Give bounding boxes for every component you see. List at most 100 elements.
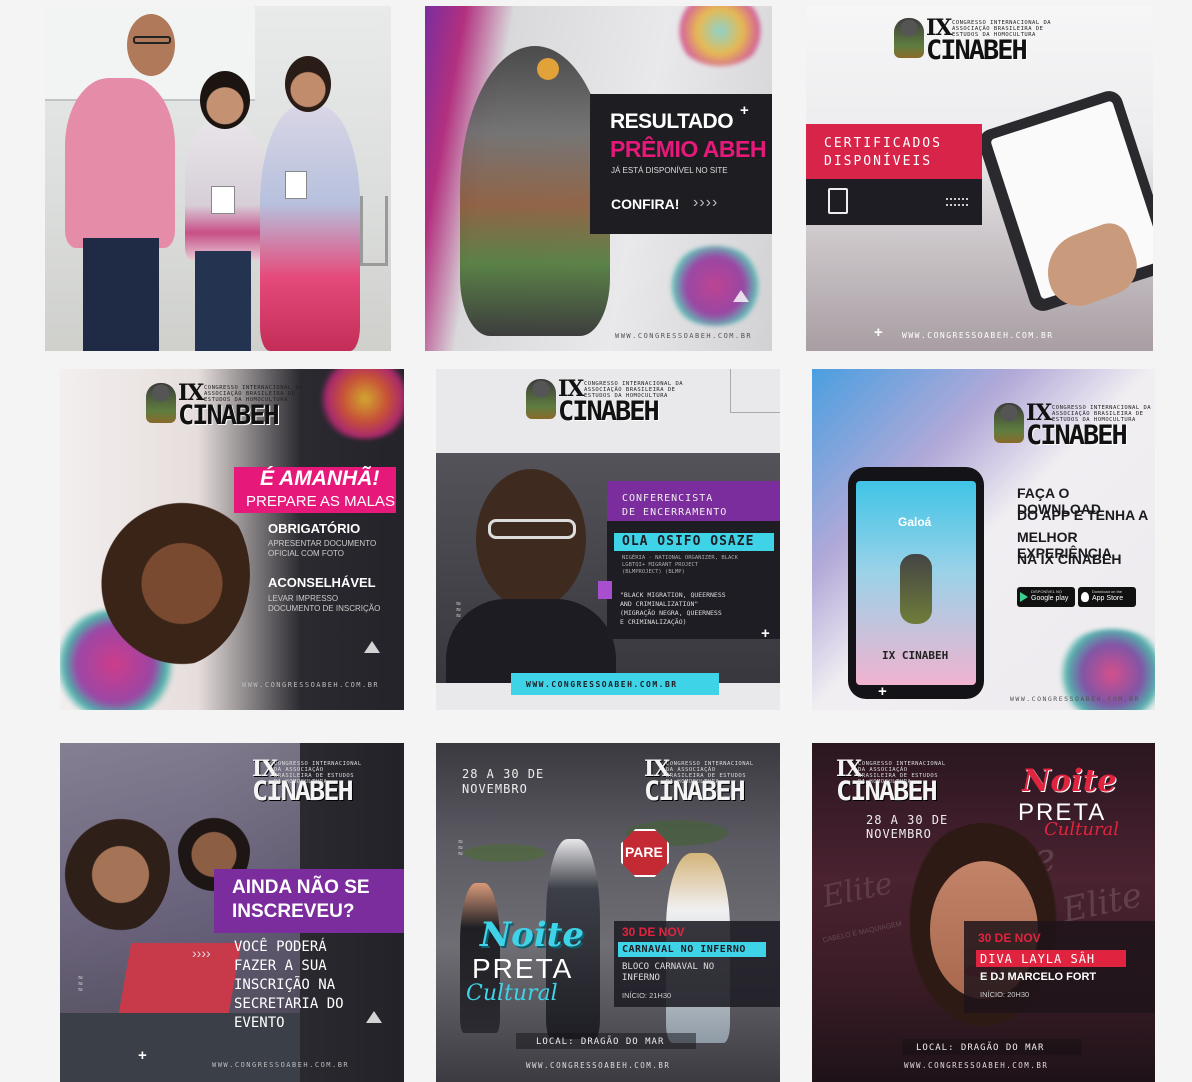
event-time: INÍCIO: 20H30 [980, 990, 1030, 999]
item1-title: OBRIGATÓRIO [268, 521, 361, 536]
speaker-body [446, 599, 616, 683]
cert-banner [806, 124, 982, 179]
event-time: INÍCIO: 21H30 [622, 991, 672, 1000]
event-detail-2: INFERNO [622, 973, 660, 983]
cultural-title: Cultural [1044, 819, 1120, 840]
title-line-1: RESULTADO [610, 110, 734, 133]
screen-logo: IX CINABEH [882, 649, 949, 662]
headline-1: É AMANHÃ! [260, 467, 380, 490]
app-name: Galoá [898, 515, 932, 529]
body-3: INSCRIÇÃO NA [234, 977, 336, 993]
cultural-title: Cultural [466, 981, 558, 1006]
bio-1: NIGÉRIA · NATIONAL ORGANIZER, BLACK [622, 555, 738, 561]
logo-name: CINABEH [178, 400, 280, 431]
site-url: WWW.CONGRESSOABEH.COM.BR [526, 680, 678, 689]
post-app-download[interactable]: Galoá IX CINABEH IX CINABEH CONGRESSO IN… [812, 369, 1155, 710]
plus-icon: + [761, 625, 770, 642]
apple-badge-small: Download on the [1092, 589, 1123, 594]
zigzag-icon: ≈ ≈ ≈ [456, 599, 461, 620]
talk-2: AND CRIMINALIZATION" [620, 600, 699, 608]
post-conferencista[interactable]: IX CINABEH CONGRESSO INTERNACIONAL DA AS… [436, 369, 780, 710]
dj-name: E DJ MARCELO FORT [980, 971, 1097, 983]
role-line-1: CONFERENCISTA [622, 493, 714, 504]
post-e-amanha[interactable]: IX CINABEH CONGRESSO INTERNACIONAL DA AS… [60, 369, 404, 710]
arrows-icon: ›››› [693, 194, 719, 211]
site-url: WWW.CONGRESSOABEH.COM.BR [904, 1061, 1049, 1070]
post-noite-preta-carnaval[interactable]: 28 A 30 DE NOVEMBRO IX CINABEH CONGRESSO… [436, 743, 780, 1082]
headline-1: AINDA NÃO SE [232, 877, 370, 898]
triangle-icon [366, 1011, 382, 1023]
site-url: WWW.CONGRESSOABEH.COM.BR [1010, 695, 1140, 703]
post-noite-preta-diva[interactable]: Elite Elite Elite CABELO E MAQUIAGEM IX … [812, 743, 1155, 1082]
noite-title: Noite [480, 915, 585, 955]
dates-2: NOVEMBRO [866, 827, 932, 841]
google-play-badge[interactable]: DISPONÍVEL NO Google play [1017, 587, 1075, 607]
bg-tagline: CABELO E MAQUIAGEM [822, 920, 903, 945]
item2-title: ACONSELHÁVEL [268, 575, 376, 590]
dates-1: 28 A 30 DE [866, 813, 949, 827]
item1-text-2: OFICIAL COM FOTO [268, 549, 345, 558]
logo-figure-icon [994, 403, 1024, 443]
zigzag-icon: ≈ ≈ ≈ [78, 973, 83, 994]
stop-sign-text: PARE [625, 844, 663, 860]
talk-4: E CRIMINALIZAÇÃO) [620, 618, 687, 626]
body-4: SECRETARIA DO [234, 996, 344, 1012]
arrows-icon: ›››› [192, 945, 211, 961]
site-url: WWW.CONGRESSOABEH.COM.BR [615, 332, 753, 340]
person-woman-middle-pants [195, 251, 251, 351]
app-store-badge[interactable]: Download on the App Store [1078, 587, 1136, 607]
speaker-name: OLA OSIFO OSAZE [622, 534, 755, 549]
plus-icon: + [874, 324, 883, 341]
laptop [118, 943, 242, 1013]
screen-figure [900, 554, 932, 624]
cinabeh-logo: IX CINABEH CONGRESSO INTERNACIONAL DA AS… [894, 17, 1051, 66]
triangle-icon [733, 290, 749, 302]
post-inscricao[interactable]: IX CINABEH CONGRESSO INTERNACIONAL DA AS… [60, 743, 404, 1082]
trees [436, 793, 780, 893]
badge [211, 186, 235, 214]
plus-icon: + [138, 1047, 147, 1064]
logo-figure-icon [894, 18, 924, 58]
cta-confira: CONFIRA! [611, 196, 680, 212]
chair [360, 196, 388, 266]
person-woman-right [260, 106, 360, 351]
event-name: CARNAVAL NO INFERNO [622, 944, 746, 955]
cinabeh-logo: IX CINABEH CONGRESSO INTERNACIONAL DA AS… [250, 758, 361, 805]
logo-subtitle: CONGRESSO INTERNACIONAL DA ASSOCIAÇÃO BR… [204, 385, 304, 403]
dates-1: 28 A 30 DE [462, 767, 545, 781]
banner-line-1: CERTIFICADOS [824, 136, 942, 151]
logo-figure-icon [526, 379, 556, 419]
site-url: WWW.CONGRESSOABEH.COM.BR [212, 1061, 350, 1069]
person-woman-left [60, 803, 170, 933]
person-woman-right-head [285, 56, 331, 112]
logo-subtitle: CONGRESSO INTERNACIONAL DA ASSOCIAÇÃO BR… [584, 381, 684, 399]
logo-subtitle: CONGRESSO INTERNACIONAL DA ASSOCIAÇÃO BR… [1052, 405, 1152, 423]
person-man-pants [83, 238, 159, 351]
sun-icon [537, 58, 559, 80]
dates-2: NOVEMBRO [462, 782, 528, 796]
event-local: LOCAL: DRAGÃO DO MAR [536, 1037, 665, 1047]
google-play-icon [1020, 592, 1028, 602]
site-url: WWW.CONGRESSOABEH.COM.BR [902, 331, 1054, 340]
cinabeh-logo: IX CINABEH CONGRESSO INTERNACIONAL DA AS… [994, 402, 1151, 451]
download-text-2: DO APP E TENHA A [1017, 507, 1149, 523]
download-text-4: NA IX CINABEH [1017, 551, 1122, 567]
event-detail-1: BLOCO CARNAVAL NO [622, 962, 715, 972]
google-badge-big: Google play [1031, 595, 1069, 602]
post-photo-group[interactable] [45, 6, 391, 351]
logo-name: CINABEH [926, 35, 1028, 66]
cinabeh-logo: IX CINABEH CONGRESSO INTERNACIONAL DA AS… [642, 758, 753, 805]
logo-subtitle: CONGRESSO INTERNACIONAL DA ASSOCIAÇÃO BR… [952, 20, 1052, 38]
post-premio-abeh[interactable]: RESULTADO PRÊMIO ABEH JÁ ESTÁ DISPONÍVEL… [425, 6, 772, 351]
event-date: 30 DE NOV [622, 925, 685, 939]
logo-name: CINABEH [1026, 420, 1128, 451]
talk-marker [598, 581, 612, 599]
cinabeh-logo: IX CINABEH CONGRESSO INTERNACIONAL DA AS… [146, 382, 303, 431]
post-certificados[interactable]: IX CINABEH CONGRESSO INTERNACIONAL DA AS… [806, 6, 1153, 351]
google-badge-small: DISPONÍVEL NO [1031, 589, 1062, 594]
triangle-icon [364, 641, 380, 653]
noite-title: Noite [1022, 763, 1117, 799]
site-url: WWW.CONGRESSOABEH.COM.BR [242, 681, 380, 689]
headline-2: PREPARE AS MALAS [246, 493, 395, 510]
person-man-head [127, 14, 175, 76]
